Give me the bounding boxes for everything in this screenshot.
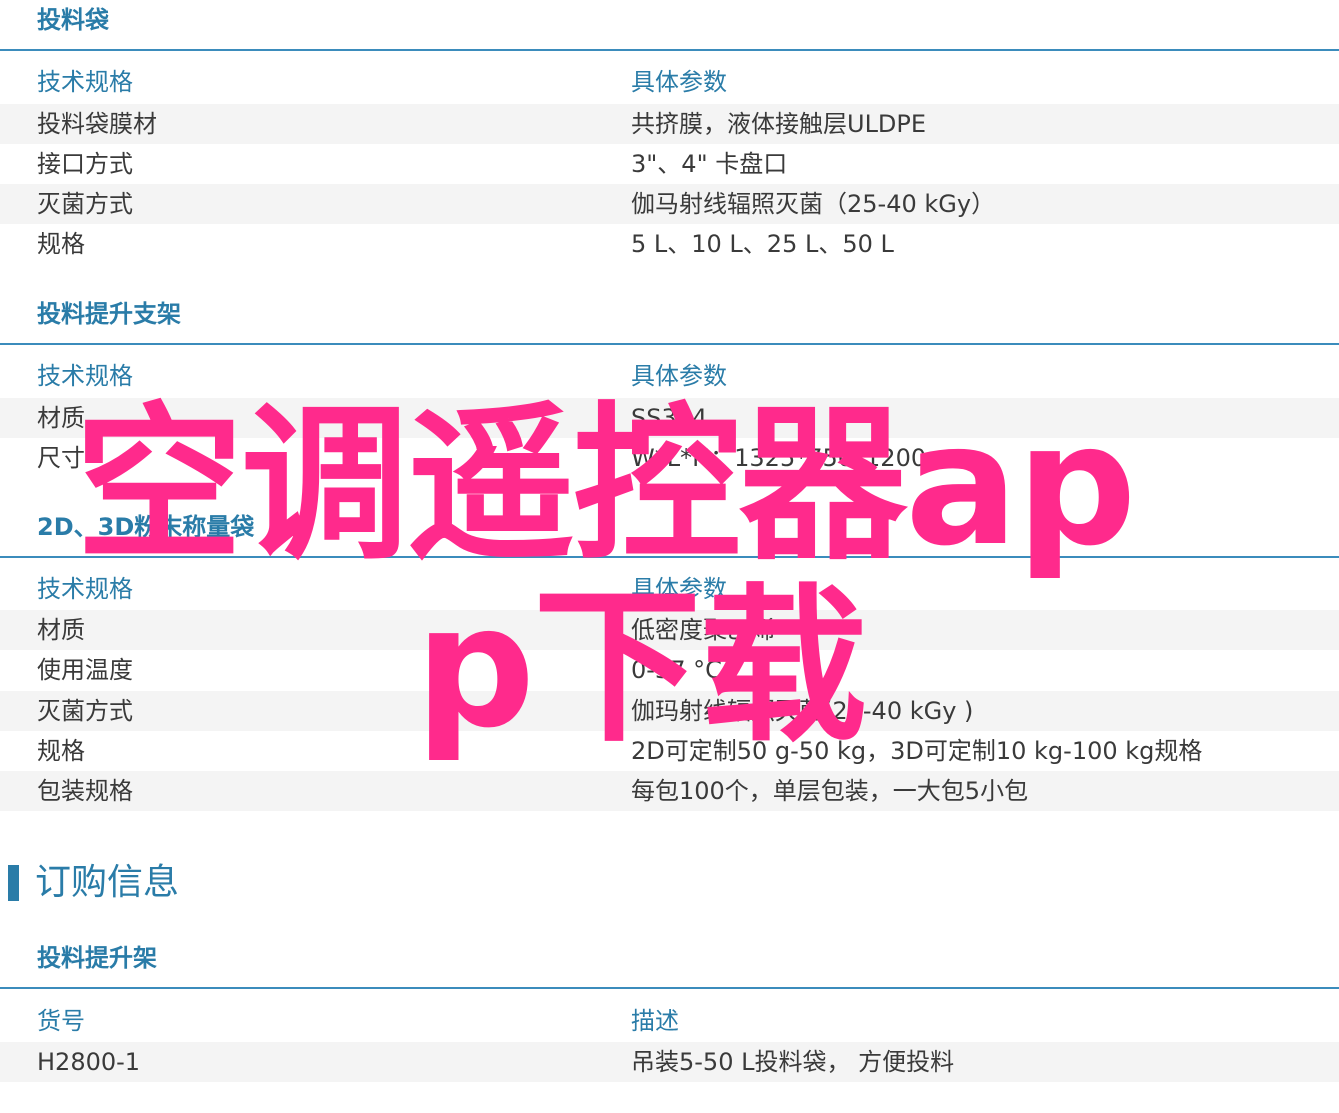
spec-value: 伽马射线辐照灭菌（25-40 kGy） xyxy=(631,190,996,218)
table-header-row: 货号 描述 xyxy=(0,1001,1339,1041)
table-row: 材质 低密度聚乙烯 xyxy=(0,610,1339,650)
table-row: 灭菌方式 伽玛射线辐照灭菌(25-40 kGy ) xyxy=(0,691,1339,731)
table-row: H2800-1 吊装5-50 L投料袋， 方便投料 xyxy=(0,1042,1339,1082)
table-header-row: 技术规格 具体参数 xyxy=(0,569,1339,609)
spec-name: 接口方式 xyxy=(37,150,133,178)
table-row: 接口方式 3"、4" 卡盘口 xyxy=(0,144,1339,184)
table-row: 使用温度 0-37 °C xyxy=(0,650,1339,690)
heading-accent-bar xyxy=(8,865,19,901)
table-row: 材质 SS304 xyxy=(0,398,1339,438)
order-info-heading-text: 订购信息 xyxy=(35,862,180,903)
header-param: 具体参数 xyxy=(631,575,727,603)
header-spec: 技术规格 xyxy=(37,68,133,96)
spec-name: 规格 xyxy=(37,230,85,258)
header-item-number: 货号 xyxy=(37,1007,85,1035)
spec-name: 材质 xyxy=(37,404,85,432)
table-row: 规格 2D可定制50 g-50 kg，3D可定制10 kg-100 kg规格 xyxy=(0,731,1339,771)
table-header-row: 技术规格 具体参数 xyxy=(0,356,1339,396)
spec-value: W*L*H：1325*750*1200 mm xyxy=(631,444,981,472)
header-description: 描述 xyxy=(631,1007,679,1035)
spec-value: 2D可定制50 g-50 kg，3D可定制10 kg-100 kg规格 xyxy=(631,737,1203,765)
spec-name: 尺寸 xyxy=(37,444,85,472)
table-row: 规格 5 L、10 L、25 L、50 L xyxy=(0,224,1339,264)
section-title-lift-stand: 投料提升支架 xyxy=(37,300,181,328)
spec-value: 伽玛射线辐照灭菌(25-40 kGy ) xyxy=(631,697,974,725)
spec-name: 材质 xyxy=(37,616,85,644)
spec-value: 共挤膜，液体接触层ULDPE xyxy=(631,110,927,138)
section-divider xyxy=(0,49,1339,51)
item-number: H2800-1 xyxy=(37,1048,141,1076)
spec-name: 包装规格 xyxy=(37,777,133,805)
spec-name: 规格 xyxy=(37,737,85,765)
table-row: 包装规格 每包100个，单层包装，一大包5小包 xyxy=(0,771,1339,811)
section-divider xyxy=(0,987,1339,989)
spec-name: 灭菌方式 xyxy=(37,190,133,218)
item-description: 吊装5-50 L投料袋， 方便投料 xyxy=(631,1048,955,1076)
spec-name: 投料袋膜材 xyxy=(37,110,157,138)
header-param: 具体参数 xyxy=(631,68,727,96)
table-row: 灭菌方式 伽马射线辐照灭菌（25-40 kGy） xyxy=(0,184,1339,224)
section-title-feeding-bag: 投料袋 xyxy=(37,6,109,34)
spec-value: SS304 xyxy=(631,404,708,432)
spec-value: 每包100个，单层包装，一大包5小包 xyxy=(631,777,1029,805)
spec-value: 3"、4" 卡盘口 xyxy=(631,150,788,178)
spec-value: 低密度聚乙烯 xyxy=(631,616,775,644)
table-row: 投料袋膜材 共挤膜，液体接触层ULDPE xyxy=(0,104,1339,144)
spec-value: 5 L、10 L、25 L、50 L xyxy=(631,230,894,258)
spec-name: 使用温度 xyxy=(37,656,133,684)
spec-value: 0-37 °C xyxy=(631,656,722,684)
header-spec: 技术规格 xyxy=(37,362,133,390)
section-divider xyxy=(0,556,1339,558)
section-divider xyxy=(0,343,1339,345)
header-spec: 技术规格 xyxy=(37,575,133,603)
order-info-heading: 订购信息 xyxy=(0,858,400,908)
spec-name: 灭菌方式 xyxy=(37,697,133,725)
section-title-weighing-bag: 2D、3D粉末称量袋 xyxy=(37,513,255,541)
table-header-row: 技术规格 具体参数 xyxy=(0,62,1339,102)
header-param: 具体参数 xyxy=(631,362,727,390)
section-title-lift-rack: 投料提升架 xyxy=(37,944,157,972)
table-row: 尺寸 W*L*H：1325*750*1200 mm xyxy=(0,438,1339,478)
